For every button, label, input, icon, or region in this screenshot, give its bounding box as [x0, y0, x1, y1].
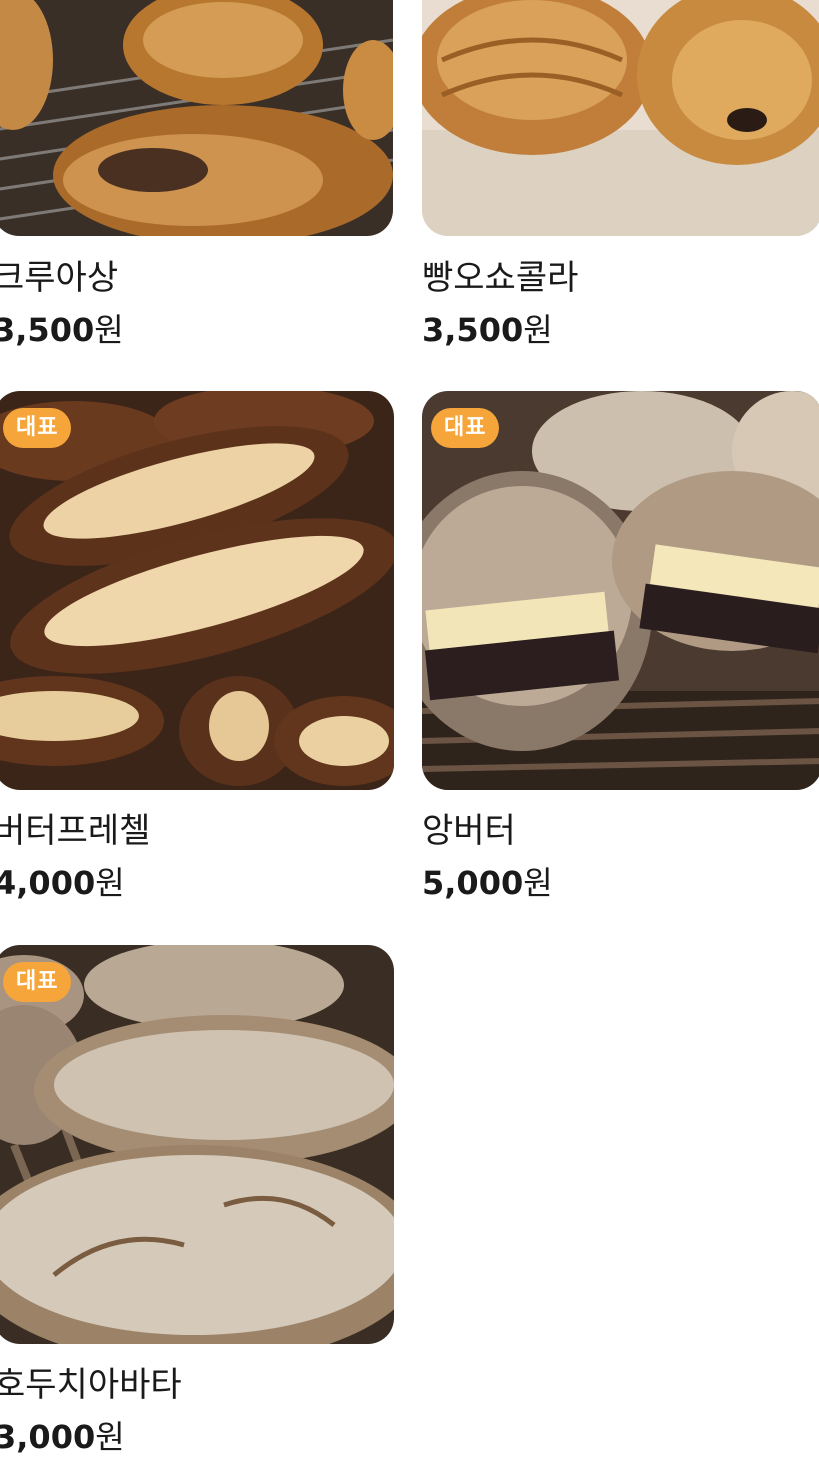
product-card-walnut-ciabatta[interactable]: 대표 호두치아바타 3,000원: [0, 945, 394, 1464]
product-price: 5,000원: [422, 863, 553, 903]
product-name: 버터프레첼: [0, 811, 151, 851]
product-price: 3,000원: [0, 1417, 125, 1457]
product-name: 앙버터: [422, 811, 516, 851]
price-amount: 5,000: [422, 864, 524, 902]
croissant-photo[interactable]: [0, 0, 393, 236]
price-currency: 원: [95, 1418, 125, 1456]
product-name: 크루아상: [0, 258, 119, 298]
signature-badge: 대표: [431, 408, 500, 448]
product-price: 3,500원: [422, 310, 553, 350]
product-name: 빵오쇼콜라: [422, 258, 579, 298]
price-currency: 원: [523, 864, 553, 902]
signature-badge: 대표: [3, 962, 72, 1002]
product-price: 3,500원: [0, 310, 124, 350]
product-price: 4,000원: [0, 863, 125, 903]
pain-au-chocolat-photo[interactable]: [422, 0, 819, 236]
price-currency: 원: [95, 864, 125, 902]
price-amount: 3,500: [422, 311, 524, 349]
price-amount: 3,000: [0, 1418, 96, 1456]
ang-butter-photo[interactable]: 대표: [422, 391, 819, 790]
signature-badge: 대표: [3, 408, 72, 448]
walnut-ciabatta-photo[interactable]: 대표: [0, 945, 394, 1344]
butter-pretzel-photo[interactable]: 대표: [0, 391, 394, 790]
product-card-croissant[interactable]: 크루아상 3,500원: [0, 0, 393, 360]
product-card-pain-au-chocolat[interactable]: 빵오쇼콜라 3,500원: [422, 0, 819, 360]
product-card-ang-butter[interactable]: 대표 앙버터 5,000원: [422, 391, 819, 911]
product-card-butter-pretzel[interactable]: 대표 버터프레첼 4,000원: [0, 391, 394, 911]
price-amount: 4,000: [0, 864, 96, 902]
product-name: 호두치아바타: [0, 1365, 182, 1405]
price-currency: 원: [94, 311, 124, 349]
price-currency: 원: [523, 311, 553, 349]
price-amount: 3,500: [0, 311, 95, 349]
